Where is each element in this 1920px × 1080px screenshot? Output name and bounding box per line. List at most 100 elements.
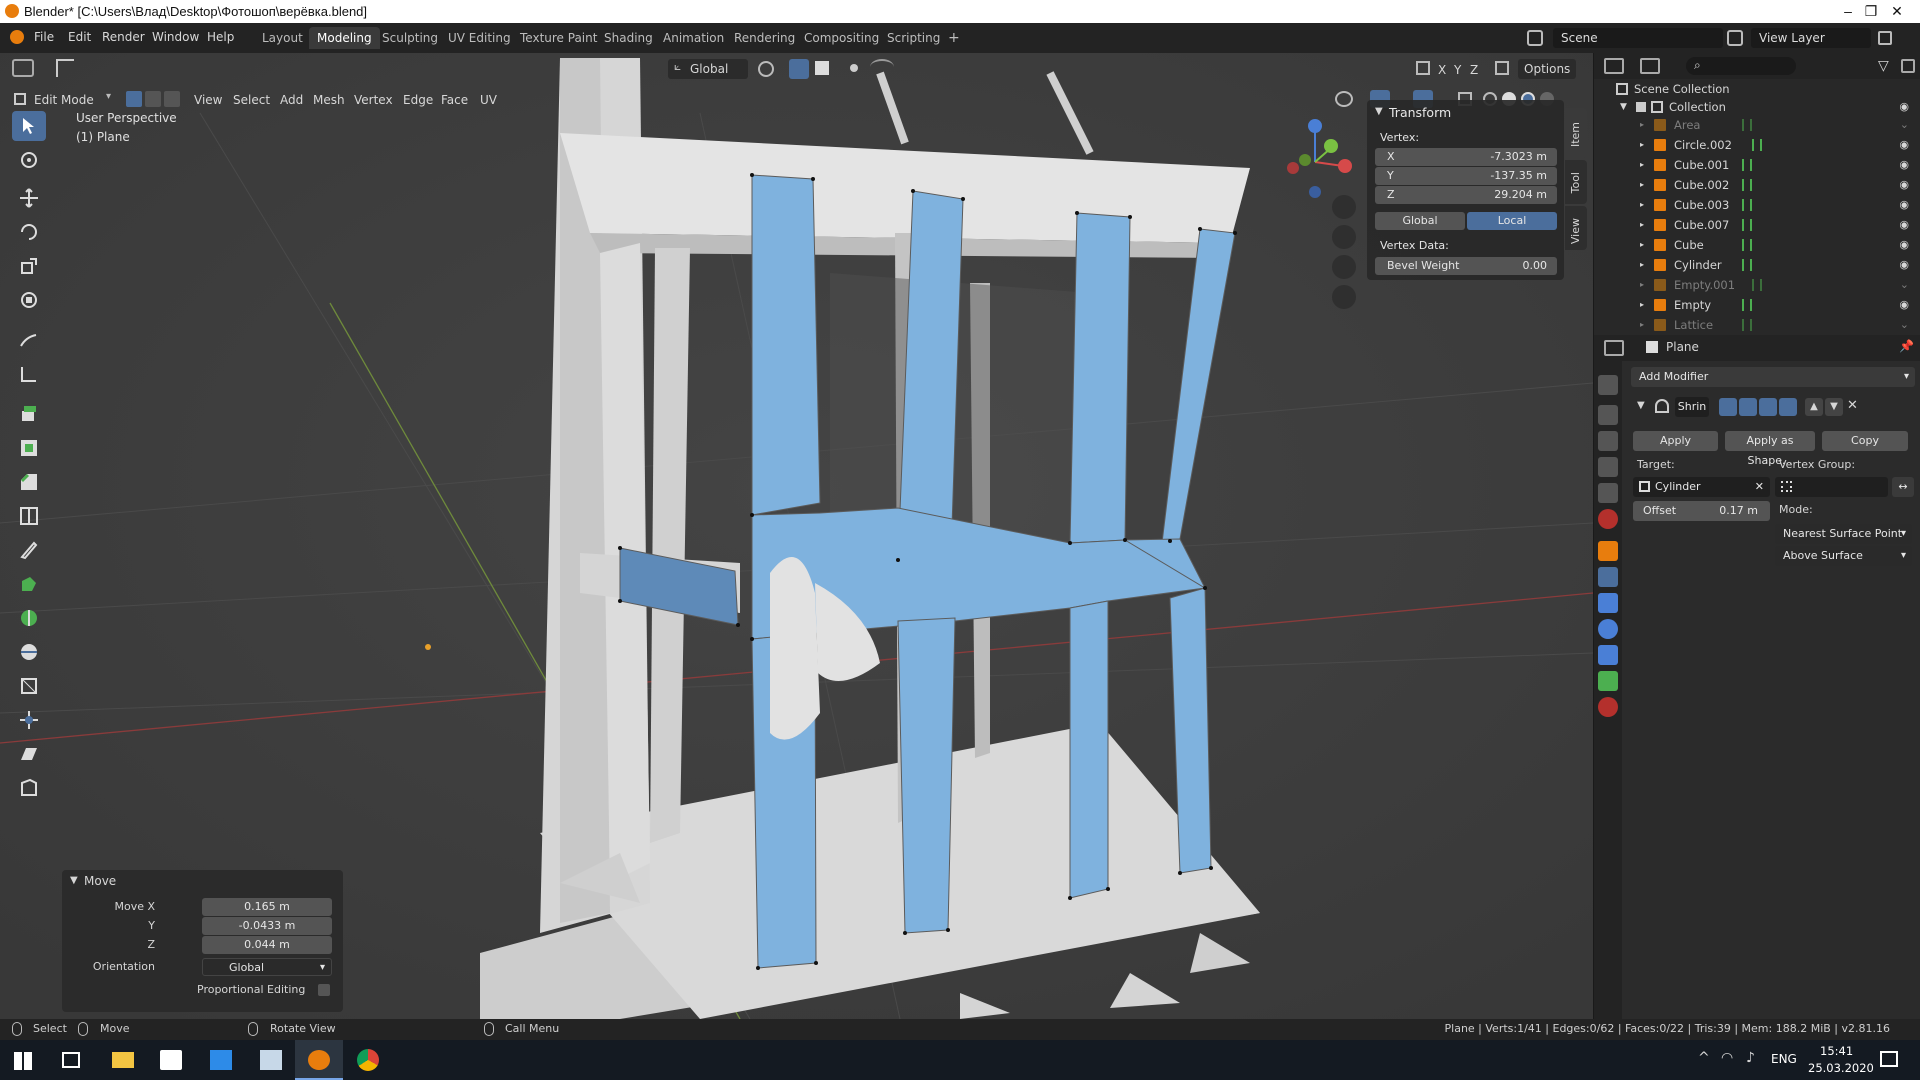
tool-loop-cut[interactable] [12, 501, 46, 531]
remove-modifier-icon[interactable]: ✕ [1847, 398, 1858, 413]
object-tab-icon[interactable] [1598, 541, 1618, 561]
wifi-icon[interactable]: ◠ [1721, 1050, 1733, 1066]
tool-shrink-fatten[interactable] [12, 705, 46, 735]
menu-help[interactable]: Help [207, 30, 234, 44]
vertex-select-icon[interactable] [126, 91, 142, 107]
outliner-item[interactable]: ▸ Area ⌄ [1594, 115, 1920, 135]
menu-face[interactable]: Face [441, 90, 468, 110]
outliner-item[interactable]: ▸ Cube.001 ◉ [1594, 155, 1920, 175]
expand-icon[interactable]: ▸ [1640, 295, 1644, 315]
local-toggle[interactable]: Local [1467, 212, 1557, 230]
add-workspace-button[interactable]: + [940, 27, 968, 49]
edit-mode-display-icon[interactable] [1779, 398, 1797, 416]
move-up-icon[interactable]: ▲ [1805, 398, 1823, 416]
global-toggle[interactable]: Global [1375, 212, 1465, 230]
mail-icon[interactable] [210, 1050, 232, 1070]
notifications-icon[interactable] [1880, 1051, 1898, 1067]
offset-field[interactable]: Offset 0.17 m [1633, 501, 1770, 521]
menu-add[interactable]: Add [280, 90, 303, 110]
outliner-item[interactable]: ▸ Empty ◉ [1594, 295, 1920, 315]
visibility-icon[interactable] [1335, 91, 1353, 107]
mesh-data-icon[interactable] [1742, 179, 1752, 191]
store-icon[interactable] [160, 1050, 182, 1070]
mirror-z-button[interactable]: Z [1470, 60, 1478, 80]
gizmo-neg-x-icon[interactable] [1287, 162, 1299, 174]
expand-icon[interactable]: ▸ [1640, 195, 1644, 215]
tool-edge-slide[interactable] [12, 671, 46, 701]
menu-render[interactable]: Render [102, 30, 145, 44]
menu-view[interactable]: View [194, 90, 222, 110]
material-tab-icon[interactable] [1598, 697, 1618, 717]
tool-rip[interactable] [12, 773, 46, 803]
invert-vertex-group-icon[interactable]: ↔ [1892, 477, 1914, 497]
expand-icon[interactable]: ▸ [1640, 115, 1644, 135]
edge-select-icon[interactable] [145, 91, 161, 107]
edit-cage-icon[interactable] [1719, 398, 1737, 416]
3d-viewport[interactable]: ⟀ Global X Y Z Options Edit Mode ▾ View … [0, 53, 1593, 1019]
camera-view-icon[interactable] [1332, 255, 1356, 279]
expand-icon[interactable]: ▼ [1620, 97, 1627, 117]
vertex-group-field[interactable] [1775, 477, 1888, 497]
panel-collapse-icon[interactable]: ▼ [1375, 106, 1383, 117]
tab-rendering[interactable]: Rendering [726, 27, 803, 49]
apply-as-shape-button[interactable]: Apply as Shape... [1725, 431, 1815, 467]
vertex-x-field[interactable]: X -7.3023 m [1375, 148, 1557, 166]
copy-button[interactable]: Copy [1822, 431, 1908, 451]
clear-icon[interactable]: ✕ [1755, 477, 1764, 497]
tab-scripting[interactable]: Scripting [879, 27, 948, 49]
scene-selector[interactable]: Scene [1553, 28, 1723, 48]
apply-button[interactable]: Apply [1633, 431, 1718, 451]
outliner-scene-collection[interactable]: Scene Collection [1594, 79, 1920, 99]
outliner-item[interactable]: ▸ Circle.002 ◉ [1594, 135, 1920, 155]
expand-icon[interactable]: ▸ [1640, 215, 1644, 235]
mirror-icon[interactable] [1416, 61, 1430, 75]
world-tab-icon[interactable] [1598, 509, 1618, 529]
clock-date[interactable]: 25.03.2020 [1808, 1061, 1874, 1075]
snap-toggle-icon[interactable] [789, 59, 809, 79]
view-layer-icon[interactable] [1727, 30, 1743, 46]
tool-spin[interactable] [12, 603, 46, 633]
ortho-grid-icon[interactable] [1332, 285, 1356, 309]
target-field[interactable]: Cylinder ✕ [1633, 477, 1770, 497]
tool-cursor[interactable] [12, 145, 46, 175]
mirror-y-button[interactable]: Y [1454, 60, 1461, 80]
move-y-field[interactable]: -0.0433 m [202, 917, 332, 935]
particles-tab-icon[interactable] [1598, 593, 1618, 613]
vertex-z-field[interactable]: Z 29.204 m [1375, 186, 1557, 204]
outliner-item[interactable]: ▸ Cube ◉ [1594, 235, 1920, 255]
modifier-name-field[interactable]: Shrin [1675, 397, 1709, 417]
tool-inset[interactable] [12, 433, 46, 463]
tool-extrude[interactable] [12, 399, 46, 429]
operator-orientation-dropdown[interactable]: Global ▾ [202, 958, 332, 976]
checkbox-icon[interactable] [1636, 102, 1646, 112]
mesh-data-icon[interactable] [1742, 319, 1752, 331]
scene-tab-icon[interactable] [1598, 483, 1618, 503]
move-down-icon[interactable]: ▼ [1825, 398, 1843, 416]
tab-tool[interactable]: Tool [1565, 160, 1587, 204]
tool-rotate[interactable] [12, 217, 46, 247]
view-layer-selector[interactable]: View Layer [1751, 28, 1871, 48]
filter-icon[interactable]: ▽ [1878, 58, 1889, 74]
app-icon[interactable] [260, 1050, 282, 1070]
tab-modeling[interactable]: Modeling [309, 27, 380, 49]
proportional-editing-icon[interactable] [850, 64, 858, 72]
modifier-tab-icon[interactable] [1598, 567, 1618, 587]
blender-menu-icon[interactable] [10, 30, 24, 44]
tool-shear[interactable] [12, 739, 46, 769]
tab-sculpting[interactable]: Sculpting [374, 27, 446, 49]
hidden-eye-icon[interactable]: ⌄ [1900, 315, 1909, 335]
outliner-item[interactable]: ▸ Cylinder ◉ [1594, 255, 1920, 275]
options-dropdown[interactable]: Options [1518, 59, 1576, 79]
proportional-editing-checkbox[interactable] [318, 984, 330, 996]
mesh-data-icon[interactable] [1742, 259, 1752, 271]
blender-taskbar-button[interactable] [295, 1040, 343, 1080]
task-view-icon[interactable] [62, 1052, 80, 1068]
render-tab-icon[interactable] [1598, 405, 1618, 425]
expand-icon[interactable]: ▸ [1640, 315, 1644, 335]
output-tab-icon[interactable] [1598, 431, 1618, 451]
collapse-icon[interactable]: ▼ [1637, 400, 1645, 411]
face-select-icon[interactable] [164, 91, 180, 107]
volume-icon[interactable]: ♪ [1746, 1050, 1755, 1066]
eye-icon[interactable]: ◉ [1899, 155, 1909, 175]
tool-knife[interactable] [12, 535, 46, 565]
